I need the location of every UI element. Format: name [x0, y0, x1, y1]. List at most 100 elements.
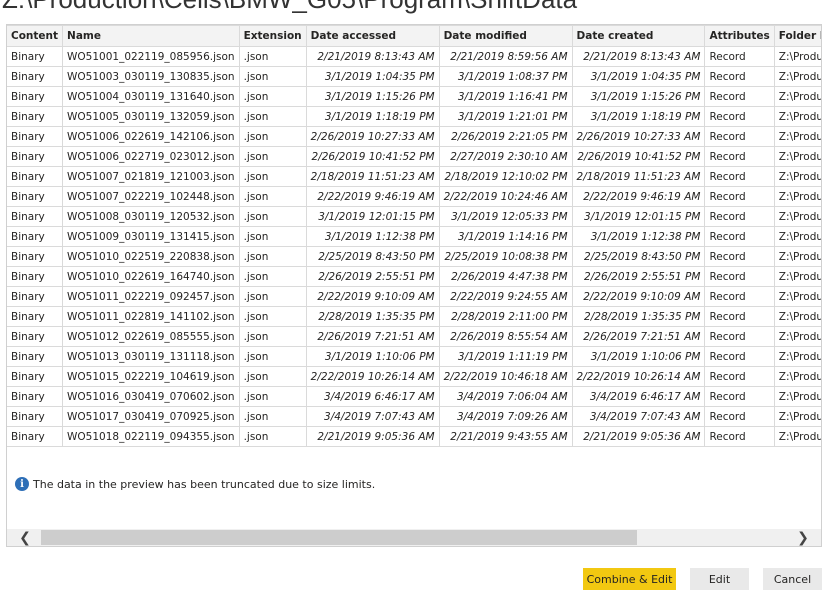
table-cell: WO51018_022119_094355.json: [62, 426, 240, 447]
table-cell[interactable]: Binary: [7, 406, 64, 427]
table-cell[interactable]: Record: [704, 126, 775, 147]
table-cell: WO51011_022219_092457.json: [62, 286, 240, 307]
table-cell: 3/1/2019 1:21:01 PM: [438, 106, 573, 127]
preview-table-container: Content Name Extension Date accessed Date mo…: [6, 24, 822, 547]
table-cell[interactable]: Binary: [7, 326, 64, 347]
table-cell: 2/27/2019 2:30:10 AM: [438, 146, 573, 167]
table-cell: 2/25/2019 10:08:38 PM: [438, 246, 573, 267]
chevron-right-icon[interactable]: ❯: [793, 529, 813, 546]
table-cell: .json: [238, 186, 307, 207]
column-header[interactable]: Date modified: [438, 25, 573, 47]
table-cell: Z:\Product: [773, 206, 821, 227]
table-cell: Z:\Product: [773, 186, 821, 207]
table-cell[interactable]: Record: [704, 106, 775, 127]
table-cell[interactable]: Binary: [7, 166, 64, 187]
table-cell[interactable]: Binary: [7, 226, 64, 247]
table-cell[interactable]: Record: [704, 146, 775, 167]
table-cell: 3/1/2019 1:12:38 PM: [571, 226, 706, 247]
table-cell[interactable]: Record: [704, 346, 775, 367]
table-cell: 3/1/2019 1:04:35 PM: [571, 66, 706, 87]
table-cell[interactable]: Record: [704, 166, 775, 187]
table-cell[interactable]: Binary: [7, 286, 64, 307]
table-cell[interactable]: Record: [704, 206, 775, 227]
table-cell: .json: [238, 386, 307, 407]
chevron-left-icon[interactable]: ❮: [15, 529, 35, 546]
table-cell[interactable]: Record: [704, 386, 775, 407]
truncation-message: The data in the preview has been truncat…: [33, 477, 376, 491]
table-cell: 3/1/2019 1:15:26 PM: [571, 86, 706, 107]
table-cell: WO51004_030119_131640.json: [62, 86, 240, 107]
table-cell[interactable]: Record: [704, 266, 775, 287]
table-row: Binary WO51004_030119_131640.json .json 3/1…: [7, 86, 821, 107]
table-cell[interactable]: Binary: [7, 346, 64, 367]
table-cell[interactable]: Record: [704, 426, 775, 447]
column-header[interactable]: Extension: [238, 25, 307, 47]
table-cell[interactable]: Binary: [7, 106, 64, 127]
table-cell[interactable]: Binary: [7, 186, 64, 207]
table-cell: 2/26/2019 10:41:52 PM: [305, 146, 440, 167]
table-cell: 2/26/2019 10:27:33 AM: [571, 126, 706, 147]
table-cell: 2/22/2019 9:24:55 AM: [438, 286, 573, 307]
table-cell: Z:\Product: [773, 226, 821, 247]
table-cell: WO51012_022619_085555.json: [62, 326, 240, 347]
table-cell[interactable]: Binary: [7, 246, 64, 267]
table-cell: 2/28/2019 1:35:35 PM: [571, 306, 706, 327]
table-cell[interactable]: Record: [704, 406, 775, 427]
table-cell: 2/21/2019 9:05:36 AM: [571, 426, 706, 447]
table-row: Binary WO51009_030119_131415.json .json 3/1…: [7, 226, 821, 247]
table-row: Binary WO51013_030119_131118.json .json 3/1…: [7, 346, 821, 367]
table-row: Binary WO51015_022219_104619.json .json 2/2…: [7, 366, 821, 387]
table-cell: 2/22/2019 10:26:14 AM: [571, 366, 706, 387]
horizontal-scrollbar[interactable]: ❮ ❯: [7, 529, 821, 546]
column-header[interactable]: Date created: [571, 25, 706, 47]
table-cell[interactable]: Binary: [7, 46, 64, 67]
table-row: Binary WO51018_022119_094355.json .json 2/2…: [7, 426, 821, 447]
table-cell: 2/18/2019 11:51:23 AM: [571, 166, 706, 187]
table-cell[interactable]: Binary: [7, 266, 64, 287]
table-cell: WO51007_021819_121003.json: [62, 166, 240, 187]
table-cell: WO51011_022819_141102.json: [62, 306, 240, 327]
table-cell[interactable]: Binary: [7, 146, 64, 167]
table-cell: WO51010_022519_220838.json: [62, 246, 240, 267]
table-cell: Z:\Product: [773, 346, 821, 367]
table-cell: 2/18/2019 12:10:02 PM: [438, 166, 573, 187]
table-row: Binary WO51007_021819_121003.json .json 2/1…: [7, 166, 821, 187]
cancel-button[interactable]: Cancel: [763, 568, 822, 590]
table-cell[interactable]: Record: [704, 66, 775, 87]
table-cell[interactable]: Binary: [7, 86, 64, 107]
table-cell: .json: [238, 166, 307, 187]
table-row: Binary WO51007_022219_102448.json .json 2/2…: [7, 186, 821, 207]
table-cell[interactable]: Record: [704, 246, 775, 267]
table-cell[interactable]: Record: [704, 226, 775, 247]
table-cell[interactable]: Record: [704, 306, 775, 327]
table-cell[interactable]: Record: [704, 366, 775, 387]
table-cell[interactable]: Binary: [7, 126, 64, 147]
table-cell[interactable]: Binary: [7, 386, 64, 407]
scrollbar-thumb[interactable]: [41, 530, 637, 545]
table-cell: Z:\Product: [773, 166, 821, 187]
table-cell[interactable]: Record: [704, 286, 775, 307]
table-cell[interactable]: Binary: [7, 426, 64, 447]
table-cell[interactable]: Record: [704, 86, 775, 107]
column-header[interactable]: Name: [62, 25, 240, 47]
table-cell: WO51005_030119_132059.json: [62, 106, 240, 127]
column-header[interactable]: Folder Pat: [773, 25, 821, 47]
table-cell: WO51013_030119_131118.json: [62, 346, 240, 367]
table-row: Binary WO51003_030119_130835.json .json 3/1…: [7, 66, 821, 87]
table-cell[interactable]: Record: [704, 186, 775, 207]
table-cell[interactable]: Record: [704, 326, 775, 347]
table-cell[interactable]: Record: [704, 46, 775, 67]
table-cell[interactable]: Binary: [7, 206, 64, 227]
table-cell[interactable]: Binary: [7, 306, 64, 327]
table-row: Binary WO51006_022619_142106.json .json 2/2…: [7, 126, 821, 147]
edit-button[interactable]: Edit: [690, 568, 749, 590]
column-header[interactable]: Attributes: [704, 25, 775, 47]
column-header[interactable]: Content: [7, 25, 64, 47]
table-cell[interactable]: Binary: [7, 366, 64, 387]
table-cell: 2/21/2019 8:13:43 AM: [305, 46, 440, 67]
table-row: Binary WO51017_030419_070925.json .json 3/4…: [7, 406, 821, 427]
column-header[interactable]: Date accessed: [305, 25, 440, 47]
table-cell: 3/1/2019 1:14:16 PM: [438, 226, 573, 247]
combine-edit-button[interactable]: Combine & Edit: [583, 568, 676, 590]
table-cell[interactable]: Binary: [7, 66, 64, 87]
